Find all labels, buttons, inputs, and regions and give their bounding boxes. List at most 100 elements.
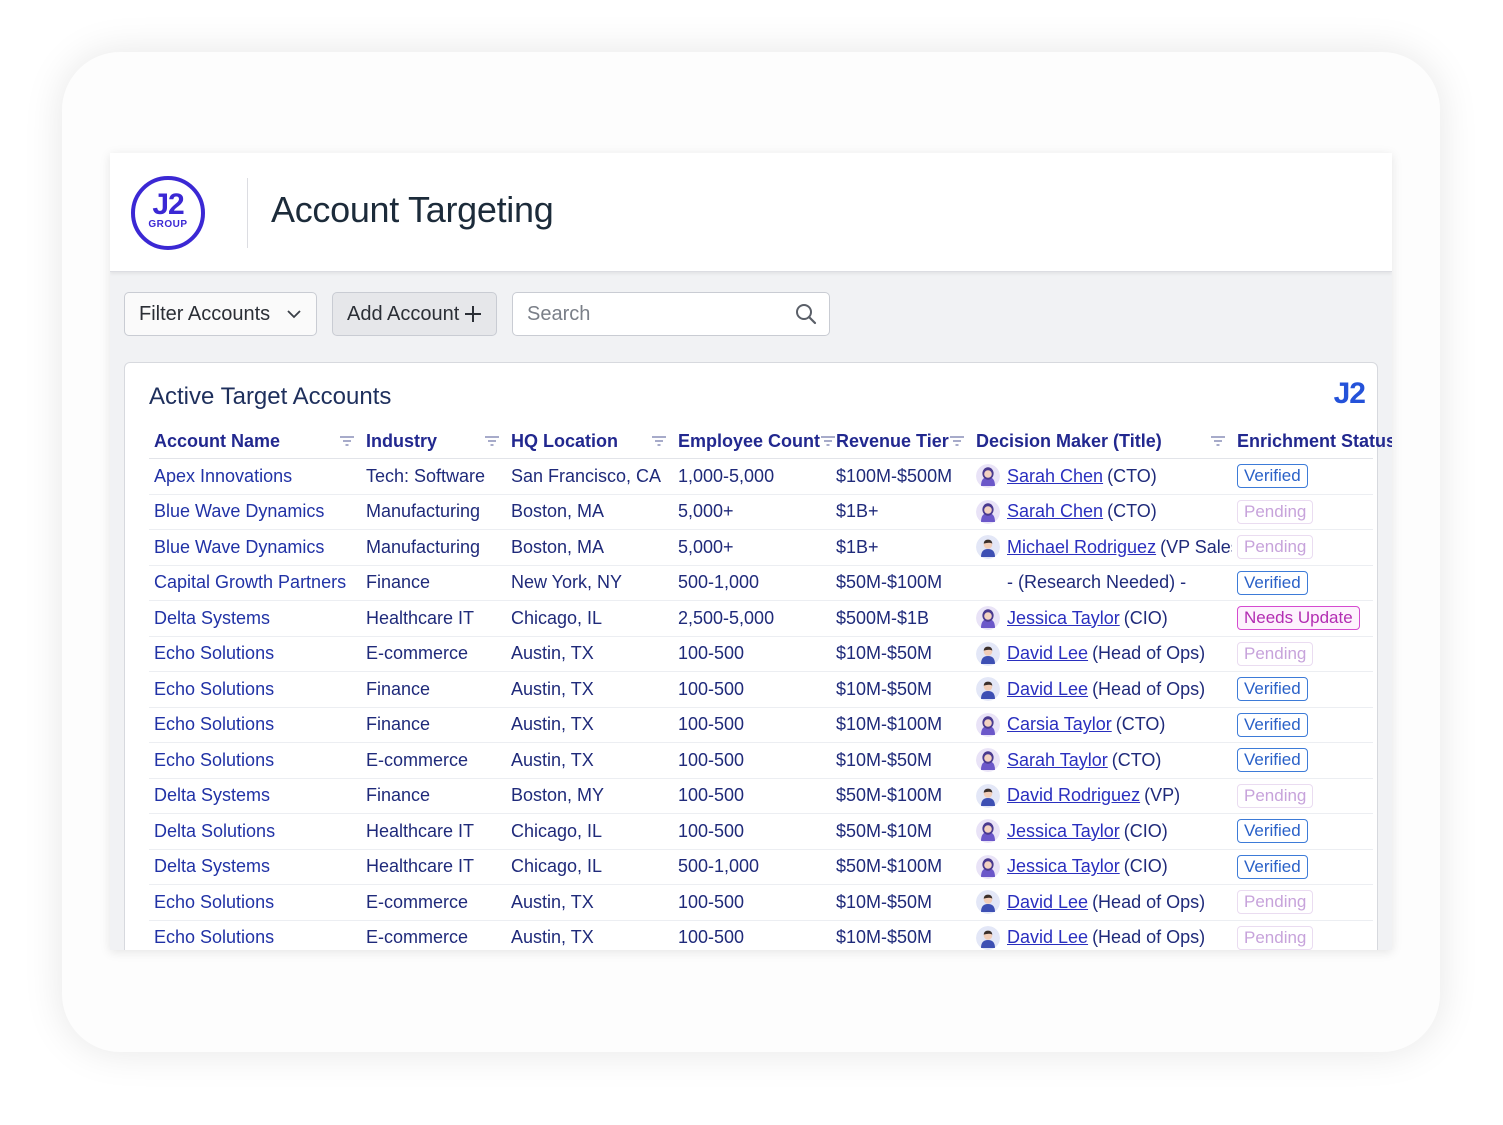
table-row[interactable]: Delta Solutions Healthcare IT Chicago, IL 1… bbox=[149, 813, 1373, 850]
cell-account-name[interactable]: Blue Wave Dynamics bbox=[149, 494, 361, 530]
cell-industry: Tech: Software bbox=[361, 458, 506, 495]
cell-revenue-tier: $50M-$100M bbox=[831, 849, 971, 885]
decision-maker-link[interactable]: David Lee bbox=[1007, 892, 1088, 913]
cell-employee-count: 100-500 bbox=[673, 707, 831, 743]
column-header-decision-maker[interactable]: Decision Maker (Title) bbox=[971, 424, 1232, 459]
cell-enrichment-status: Verified bbox=[1232, 707, 1373, 743]
status-badge[interactable]: Pending bbox=[1237, 783, 1314, 808]
cell-account-name[interactable]: Capital Growth Partners bbox=[149, 565, 361, 601]
male-avatar-icon[interactable] bbox=[976, 783, 1000, 808]
cell-enrichment-status: Verified bbox=[1232, 813, 1373, 850]
male-avatar-icon[interactable] bbox=[976, 890, 1000, 915]
status-badge[interactable]: Verified bbox=[1237, 677, 1308, 702]
status-badge[interactable]: Pending bbox=[1237, 925, 1314, 950]
decision-maker-link[interactable]: Sarah Chen bbox=[1007, 466, 1103, 487]
cell-account-name[interactable]: Delta Systems bbox=[149, 778, 361, 814]
decision-maker-link[interactable]: Michael Rodriguez bbox=[1007, 537, 1156, 558]
cell-account-name[interactable]: Blue Wave Dynamics bbox=[149, 529, 361, 566]
table-row[interactable]: Delta Systems Healthcare IT Chicago, IL 500… bbox=[149, 849, 1373, 885]
table-row[interactable]: Delta Systems Finance Boston, MY 100-500 $50… bbox=[149, 778, 1373, 814]
table-row[interactable]: Echo Solutions Finance Austin, TX 100-500 $1… bbox=[149, 707, 1373, 743]
decision-maker-link[interactable]: Sarah Chen bbox=[1007, 501, 1103, 522]
decision-maker: Sarah Chen (CTO) bbox=[976, 499, 1232, 524]
table-row[interactable]: Blue Wave Dynamics Manufacturing Boston, M… bbox=[149, 529, 1373, 566]
table-row[interactable]: Echo Solutions E-commerce Austin, TX 100-50… bbox=[149, 636, 1373, 672]
filter-icon[interactable] bbox=[339, 435, 355, 447]
table-row[interactable]: Blue Wave Dynamics Manufacturing Boston, M… bbox=[149, 494, 1373, 530]
table-row[interactable]: Delta Systems Healthcare IT Chicago, IL 2,5… bbox=[149, 600, 1373, 637]
j2-group-logo[interactable]: J2 GROUP bbox=[131, 176, 205, 250]
cell-revenue-tier: $10M-$50M bbox=[831, 742, 971, 779]
male-avatar-icon[interactable] bbox=[976, 925, 1000, 950]
status-badge[interactable]: Needs Update bbox=[1237, 606, 1360, 631]
column-header-hq-location[interactable]: HQ Location bbox=[506, 424, 673, 459]
cell-account-name[interactable]: Echo Solutions bbox=[149, 636, 361, 672]
female-avatar-icon[interactable] bbox=[976, 819, 1000, 844]
column-header-account-name[interactable]: Account Name bbox=[149, 424, 361, 459]
search-input[interactable] bbox=[513, 293, 783, 335]
decision-maker-link[interactable]: David Rodriguez bbox=[1007, 785, 1140, 806]
status-badge[interactable]: Verified bbox=[1237, 819, 1308, 844]
cell-account-name[interactable]: Apex Innovations bbox=[149, 458, 361, 495]
filter-icon[interactable] bbox=[651, 435, 667, 447]
status-badge[interactable]: Pending bbox=[1237, 890, 1314, 915]
status-badge[interactable]: Pending bbox=[1237, 641, 1314, 666]
status-badge[interactable]: Verified bbox=[1237, 854, 1308, 879]
filter-icon[interactable] bbox=[484, 435, 500, 447]
filter-accounts-button[interactable]: Filter Accounts bbox=[124, 292, 317, 336]
female-avatar-icon[interactable] bbox=[976, 606, 1000, 631]
status-badge[interactable]: Pending bbox=[1237, 535, 1314, 560]
decision-maker-link[interactable]: Sarah Taylor bbox=[1007, 750, 1108, 771]
filter-icon[interactable] bbox=[1210, 435, 1226, 447]
decision-maker-link[interactable]: Jessica Taylor bbox=[1007, 608, 1120, 629]
cell-account-name[interactable]: Echo Solutions bbox=[149, 920, 361, 950]
cell-revenue-tier: $10M-$100M bbox=[831, 707, 971, 743]
male-avatar-icon[interactable] bbox=[976, 535, 1000, 560]
decision-maker-link[interactable]: David Lee bbox=[1007, 643, 1088, 664]
status-badge[interactable]: Verified bbox=[1237, 464, 1308, 489]
column-header-employee-count[interactable]: Employee Count bbox=[673, 424, 836, 459]
cell-decision-maker: Michael Rodriguez(VP Sales) bbox=[971, 529, 1232, 566]
status-badge[interactable]: Verified bbox=[1237, 570, 1308, 595]
cell-enrichment-status: Pending bbox=[1232, 884, 1373, 921]
cell-hq-location: Chicago, IL bbox=[506, 849, 673, 885]
cell-account-name[interactable]: Delta Systems bbox=[149, 849, 361, 885]
column-header-enrichment-status[interactable]: Enrichment Status bbox=[1232, 424, 1392, 459]
female-avatar-icon[interactable] bbox=[976, 854, 1000, 879]
female-avatar-icon[interactable] bbox=[976, 712, 1000, 737]
status-badge[interactable]: Verified bbox=[1237, 748, 1308, 773]
decision-maker-link[interactable]: David Lee bbox=[1007, 679, 1088, 700]
filter-icon[interactable] bbox=[949, 435, 965, 447]
table-row[interactable]: Capital Growth Partners Finance New York, … bbox=[149, 565, 1373, 601]
cell-account-name[interactable]: Echo Solutions bbox=[149, 884, 361, 921]
male-avatar-icon[interactable] bbox=[976, 641, 1000, 666]
table-row[interactable]: Echo Solutions E-commerce Austin, TX 100-50… bbox=[149, 920, 1373, 950]
cell-account-name[interactable]: Echo Solutions bbox=[149, 742, 361, 779]
male-avatar-icon[interactable] bbox=[976, 677, 1000, 702]
decision-maker-title: (CTO) bbox=[1107, 501, 1157, 522]
female-avatar-icon[interactable] bbox=[976, 464, 1000, 489]
status-badge[interactable]: Verified bbox=[1237, 712, 1308, 737]
cell-account-name[interactable]: Delta Systems bbox=[149, 600, 361, 637]
table-row[interactable]: Echo Solutions E-commerce Austin, TX 100-50… bbox=[149, 884, 1373, 921]
table-row[interactable]: Echo Solutions Finance Austin, TX 100-500 $1… bbox=[149, 671, 1373, 708]
cell-account-name[interactable]: Echo Solutions bbox=[149, 671, 361, 708]
column-header-revenue-tier[interactable]: Revenue Tier bbox=[831, 424, 971, 459]
column-header-industry[interactable]: Industry bbox=[361, 424, 506, 459]
female-avatar-icon[interactable] bbox=[976, 748, 1000, 773]
decision-maker-link[interactable]: David Lee bbox=[1007, 927, 1088, 948]
search-icon[interactable] bbox=[795, 303, 817, 325]
cell-hq-location: Austin, TX bbox=[506, 671, 673, 708]
table-row[interactable]: Echo Solutions E-commerce Austin, TX 100-50… bbox=[149, 742, 1373, 779]
female-avatar-icon[interactable] bbox=[976, 499, 1000, 524]
add-account-button[interactable]: Add Account bbox=[332, 292, 497, 336]
decision-maker-link[interactable]: Carsia Taylor bbox=[1007, 714, 1112, 735]
status-badge[interactable]: Pending bbox=[1237, 499, 1314, 524]
cell-hq-location: Boston, MA bbox=[506, 494, 673, 530]
decision-maker-link[interactable]: Jessica Taylor bbox=[1007, 856, 1120, 877]
decision-maker-link[interactable]: Jessica Taylor bbox=[1007, 821, 1120, 842]
cell-hq-location: Austin, TX bbox=[506, 707, 673, 743]
cell-account-name[interactable]: Delta Solutions bbox=[149, 813, 361, 850]
table-row[interactable]: Apex Innovations Tech: Software San Franci… bbox=[149, 458, 1373, 495]
cell-account-name[interactable]: Echo Solutions bbox=[149, 707, 361, 743]
